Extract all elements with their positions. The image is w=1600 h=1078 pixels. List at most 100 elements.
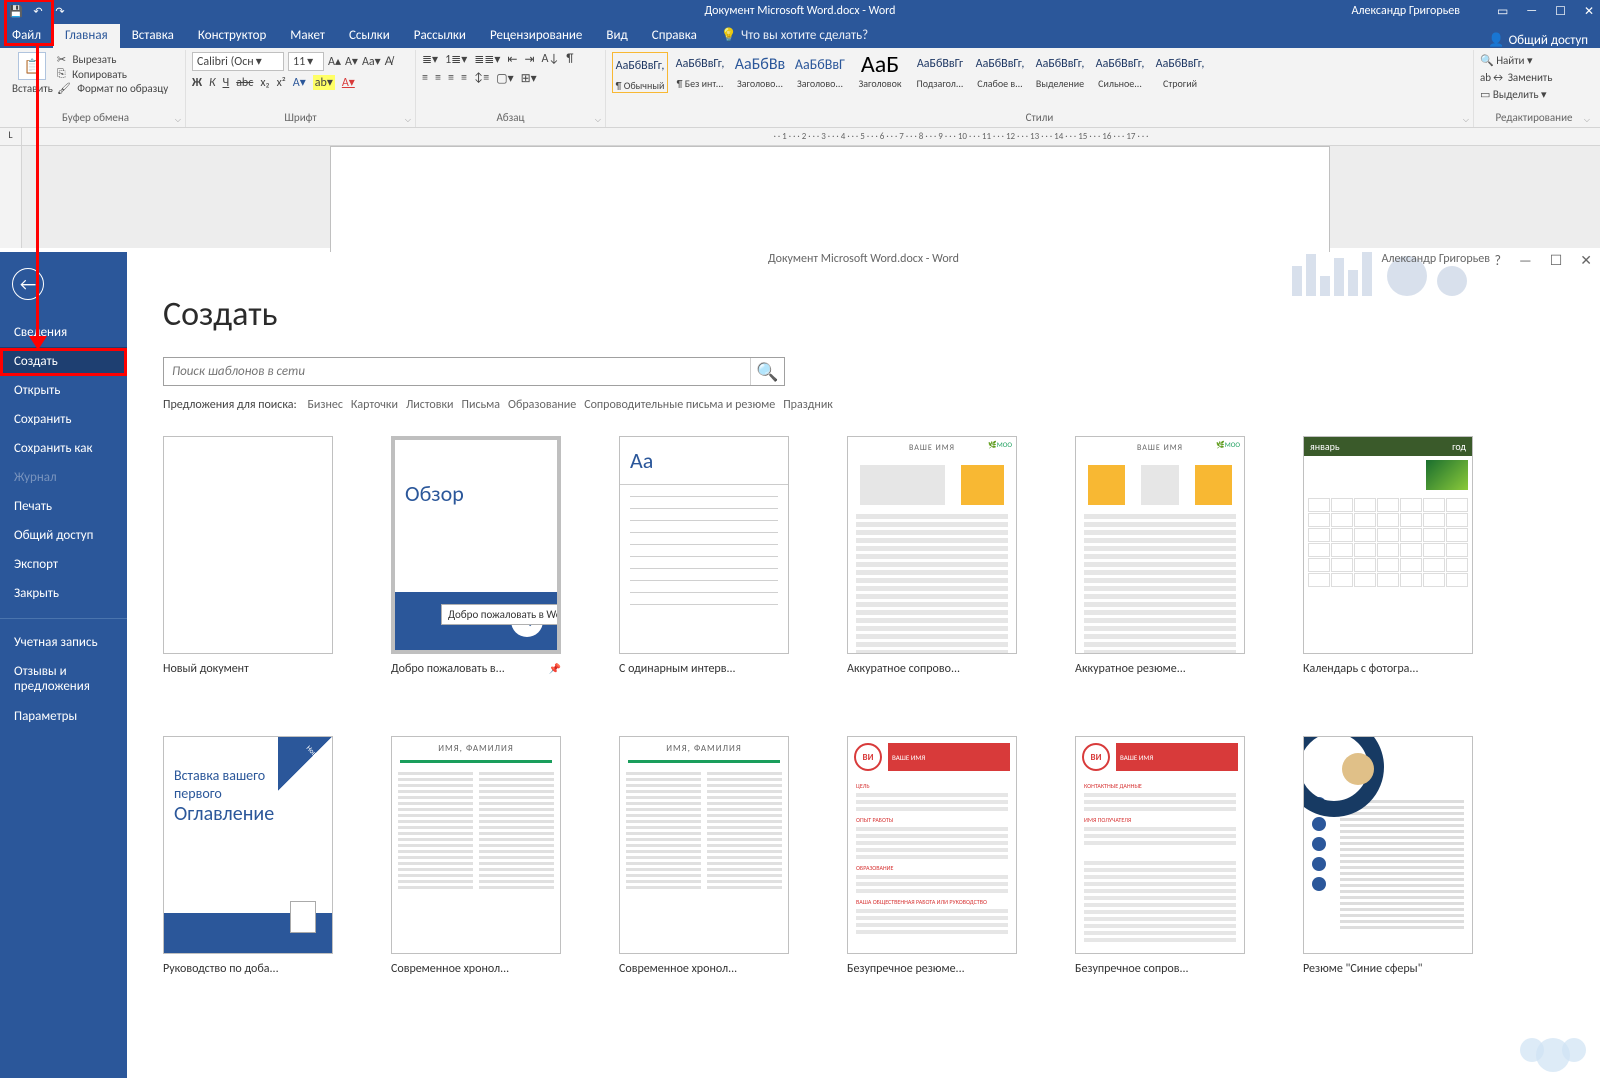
pin-icon[interactable]: 📌 xyxy=(549,662,561,675)
cut-button[interactable]: ✂ Вырезать xyxy=(57,53,179,66)
template-tile[interactable]: Новый документ xyxy=(163,436,333,676)
undo-icon[interactable]: ↶ xyxy=(30,3,46,19)
template-tile[interactable]: январьгодКалендарь с фотогра... xyxy=(1303,436,1473,676)
style-item[interactable]: АаБЗаголовок xyxy=(852,52,908,89)
style-item[interactable]: АаБбВвГг,Выделение xyxy=(1032,52,1088,89)
text-effects-button[interactable]: A▾ xyxy=(293,75,306,90)
tab-help[interactable]: Справка xyxy=(640,24,709,48)
suggest-link[interactable]: Листовки xyxy=(406,398,454,412)
style-item[interactable]: АаБбВвГг,¶ Без инт... xyxy=(672,52,728,89)
sort-button[interactable]: A↓ xyxy=(542,52,560,67)
bs-item-new[interactable]: Создать xyxy=(0,347,127,376)
shrink-font-icon[interactable]: A▾ xyxy=(345,54,358,69)
tab-home[interactable]: Главная xyxy=(53,24,120,48)
ribbon-options-icon[interactable]: ▭ xyxy=(1497,4,1508,19)
close-icon[interactable]: ✕ xyxy=(1580,252,1592,269)
template-tile[interactable]: НовинкаВставка вашегопервогоОглавлениеРу… xyxy=(163,736,333,976)
tab-layout[interactable]: Макет xyxy=(278,24,337,48)
maximize-icon[interactable]: ☐ xyxy=(1550,252,1563,269)
bold-button[interactable]: Ж xyxy=(192,76,202,90)
align-right-button[interactable]: ≡ xyxy=(448,71,454,86)
grow-font-icon[interactable]: A▴ xyxy=(328,54,341,69)
tab-design[interactable]: Конструктор xyxy=(186,24,278,48)
bs-item-feedback[interactable]: Отзывы и предложения xyxy=(0,658,127,702)
select-button[interactable]: ▭ Выделить ▾ xyxy=(1480,88,1547,101)
align-left-button[interactable]: ≡ xyxy=(422,71,428,86)
style-item[interactable]: АаБбВвЗаголово... xyxy=(732,52,788,89)
subscript-button[interactable]: x₂ xyxy=(260,76,269,90)
template-tile[interactable]: 🌿MOOВАШЕ ИМЯАккуратное сопрово... xyxy=(847,436,1017,676)
redo-icon[interactable]: ↷ xyxy=(52,3,68,19)
search-input[interactable] xyxy=(164,358,750,385)
suggest-link[interactable]: Бизнес xyxy=(307,398,342,412)
clear-format-icon[interactable]: A̸ xyxy=(385,54,393,69)
template-tile[interactable]: Резюме "Синие сферы" xyxy=(1303,736,1473,976)
tab-mail[interactable]: Рассылки xyxy=(402,24,478,48)
style-item[interactable]: АаБбВвГг,Строгий xyxy=(1152,52,1208,89)
share-button[interactable]: 👤 Общий доступ xyxy=(1488,33,1588,48)
indent-dec-button[interactable]: ⇤ xyxy=(507,52,517,67)
tab-references[interactable]: Ссылки xyxy=(337,24,402,48)
superscript-button[interactable]: x² xyxy=(277,76,286,90)
bs-item-print[interactable]: Печать xyxy=(0,492,127,521)
user-name[interactable]: Александр Григорьев xyxy=(1351,4,1460,18)
template-tile[interactable]: 🌿MOOВАШЕ ИМЯАккуратное резюме... xyxy=(1075,436,1245,676)
template-tile[interactable]: Обзор→Добро пожаловать в WordДобро пожал… xyxy=(391,436,561,676)
minimize-icon[interactable]: — xyxy=(1519,252,1532,269)
multilevel-button[interactable]: ≣≣▾ xyxy=(474,52,500,67)
bs-item-info[interactable]: Сведения xyxy=(0,318,127,347)
indent-inc-button[interactable]: ⇥ xyxy=(524,52,534,67)
align-center-button[interactable]: ≡ xyxy=(435,71,441,86)
minimize-icon[interactable]: — xyxy=(1526,4,1537,19)
line-spacing-button[interactable]: ↕≡ xyxy=(474,71,489,86)
bs-item-open[interactable]: Открыть xyxy=(0,376,127,405)
bs-item-saveas[interactable]: Сохранить как xyxy=(0,434,127,463)
template-tile[interactable]: ИМЯ, ФАМИЛИЯСовременное хронол... xyxy=(619,736,789,976)
suggest-link[interactable]: Карточки xyxy=(351,398,398,412)
bs-item-account[interactable]: Учетная запись xyxy=(0,629,127,658)
font-name-combo[interactable]: Calibri (Осн▾ xyxy=(192,52,284,71)
highlight-button[interactable]: ab▾ xyxy=(313,75,335,90)
style-item[interactable]: АаБбВвГг,Сильное... xyxy=(1092,52,1148,89)
suggest-link[interactable]: Праздник xyxy=(783,398,833,412)
suggest-link[interactable]: Сопроводительные письма и резюме xyxy=(584,398,775,412)
shading-button[interactable]: ▢▾ xyxy=(496,71,513,86)
help-icon[interactable]: ? xyxy=(1495,252,1502,269)
bs-item-close[interactable]: Закрыть xyxy=(0,579,127,608)
numbering-button[interactable]: 1≣▾ xyxy=(445,52,467,67)
copy-button[interactable]: ⎘ Копировать xyxy=(57,67,179,81)
bs-item-export[interactable]: Экспорт xyxy=(0,550,127,579)
close-icon[interactable]: ✕ xyxy=(1584,4,1594,19)
template-tile[interactable]: ИМЯ, ФАМИЛИЯСовременное хронол... xyxy=(391,736,561,976)
style-item[interactable]: АаБбВвГг,Слабое в... xyxy=(972,52,1028,89)
template-tile[interactable]: ВИВАШЕ ИМЯЦЕЛЬОПЫТ РАБОТЫОБРАЗОВАНИЕВАША… xyxy=(847,736,1017,976)
italic-button[interactable]: К xyxy=(209,76,216,90)
borders-button[interactable]: ⊞▾ xyxy=(521,71,537,86)
tab-file[interactable]: Файл xyxy=(0,24,53,48)
back-button[interactable]: ← xyxy=(12,268,44,300)
bs-item-options[interactable]: Параметры xyxy=(0,702,127,731)
bs-user-name[interactable]: Александр Григорьев xyxy=(1381,252,1490,266)
save-icon[interactable]: 💾 xyxy=(8,3,24,19)
bs-item-save[interactable]: Сохранить xyxy=(0,405,127,434)
search-button[interactable]: 🔍 xyxy=(750,358,784,385)
suggest-link[interactable]: Образование xyxy=(508,398,576,412)
tab-insert[interactable]: Вставка xyxy=(120,24,186,48)
template-tile[interactable]: ВИВАШЕ ИМЯКОНТАКТНЫЕ ДАННЫЕИМЯ ПОЛУЧАТЕЛ… xyxy=(1075,736,1245,976)
change-case-icon[interactable]: Aa▾ xyxy=(362,54,381,69)
tell-me[interactable]: 💡 Что вы хотите сделать? xyxy=(709,24,880,48)
replace-button[interactable]: ab↔ Заменить xyxy=(1480,71,1552,84)
style-item[interactable]: АаБбВвГг,¶ Обычный xyxy=(612,52,668,93)
tab-review[interactable]: Рецензирование xyxy=(478,24,594,48)
font-size-combo[interactable]: 11▾ xyxy=(288,52,324,71)
show-marks-button[interactable]: ¶ xyxy=(566,52,573,67)
bs-item-share[interactable]: Общий доступ xyxy=(0,521,127,550)
bullets-button[interactable]: ≣▾ xyxy=(422,52,438,67)
tab-view[interactable]: Вид xyxy=(594,24,639,48)
find-button[interactable]: 🔍 Найти ▾ xyxy=(1480,54,1532,67)
suggest-link[interactable]: Письма xyxy=(462,398,501,412)
ruler-vertical[interactable] xyxy=(0,146,22,248)
font-color-button[interactable]: A▾ xyxy=(342,75,355,90)
ruler-horizontal[interactable]: L · · 1 · · · 2 · · · 3 · · · 4 · · · 5 … xyxy=(0,128,1600,146)
justify-button[interactable]: ≡ xyxy=(461,71,467,86)
